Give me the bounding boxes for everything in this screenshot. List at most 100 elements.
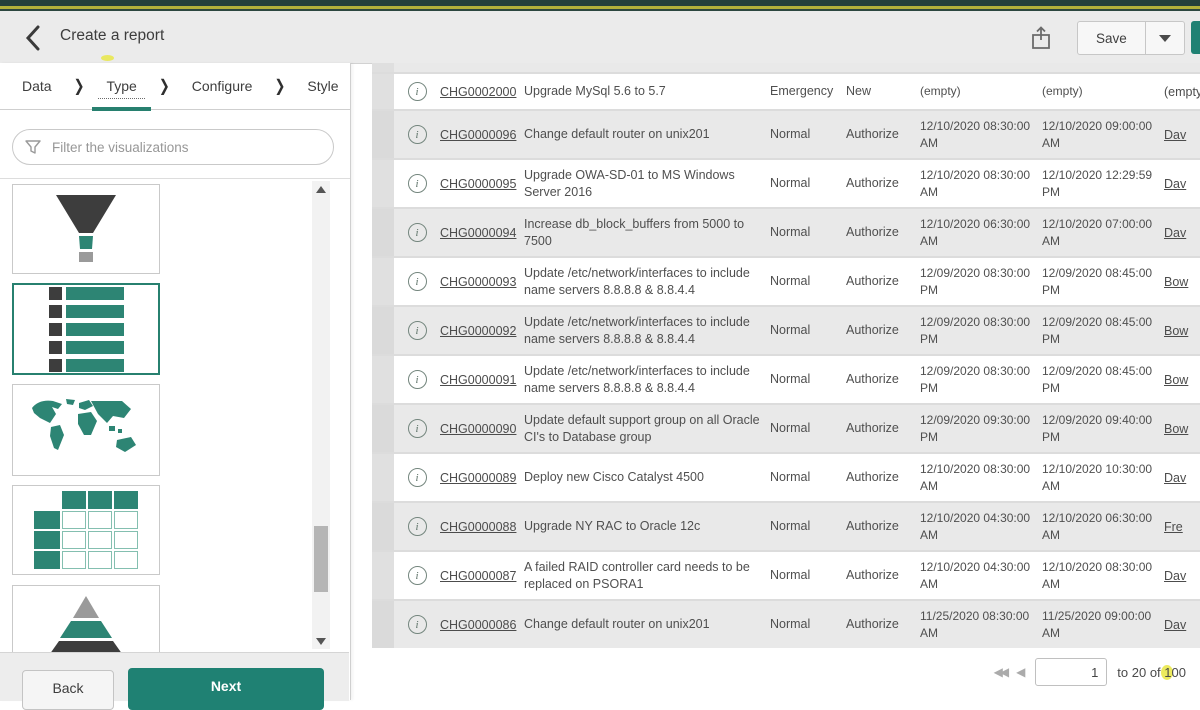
assigned-to-link[interactable]: Bow (1164, 324, 1200, 338)
row-strip (372, 503, 394, 550)
info-icon[interactable]: i (408, 517, 427, 536)
change-number-link[interactable]: CHG0000087 (440, 569, 524, 583)
short-description: Change default router on unix201 (524, 616, 770, 633)
info-icon[interactable]: i (408, 272, 427, 291)
world-map-icon (27, 396, 145, 464)
type-cell: Normal (770, 224, 846, 241)
change-number-link[interactable]: CHG0000092 (440, 324, 524, 338)
info-cell: i (394, 174, 440, 193)
panel-footer: Back Next (0, 652, 349, 701)
panel-scrollbar[interactable] (312, 181, 330, 649)
cursor-highlight (101, 55, 114, 61)
save-button[interactable]: Save (1078, 22, 1145, 54)
info-icon[interactable]: i (408, 125, 427, 144)
assigned-to-link[interactable]: Fre (1164, 520, 1200, 534)
info-icon[interactable]: i (408, 419, 427, 438)
info-cell: i (394, 82, 440, 101)
info-icon[interactable]: i (408, 174, 427, 193)
change-number-link[interactable]: CHG0002000 (440, 85, 524, 99)
step-configure[interactable]: Configure (184, 74, 261, 98)
viz-list[interactable] (12, 283, 160, 375)
state-cell: Authorize (846, 567, 920, 584)
end-date-cell: 12/09/2020 08:45:00 PM (1042, 314, 1164, 348)
table-row: i CHG0000086Change default router on unix… (372, 599, 1200, 648)
info-icon[interactable]: i (408, 468, 427, 487)
assigned-to-link[interactable]: Bow (1164, 422, 1200, 436)
viz-pyramid-chart[interactable] (12, 585, 160, 653)
start-date-cell: 12/10/2020 08:30:00 AM (920, 167, 1042, 201)
state-cell: Authorize (846, 518, 920, 535)
viz-world-map[interactable] (12, 384, 160, 476)
type-cell: Normal (770, 420, 846, 437)
change-number-link[interactable]: CHG0000090 (440, 422, 524, 436)
assigned-to-link[interactable]: Bow (1164, 275, 1200, 289)
scroll-up-button[interactable] (312, 181, 330, 197)
info-icon[interactable]: i (408, 82, 427, 101)
page-title: Create a report (60, 27, 164, 45)
assigned-to-link[interactable]: Dav (1164, 226, 1200, 240)
partial-row (372, 63, 1200, 72)
scroll-down-button[interactable] (312, 633, 330, 649)
change-number-link[interactable]: CHG0000088 (440, 520, 524, 534)
partial-primary-button[interactable] (1191, 21, 1200, 54)
assigned-to-link[interactable]: Dav (1164, 569, 1200, 583)
start-date-cell: 12/10/2020 04:30:00 AM (920, 510, 1042, 544)
assigned-to-link[interactable]: Dav (1164, 618, 1200, 632)
end-date-cell: 12/10/2020 08:30:00 AM (1042, 559, 1164, 593)
assigned-to-link[interactable]: Dav (1164, 471, 1200, 485)
info-icon[interactable]: i (408, 566, 427, 585)
previous-page-icon[interactable]: ◀ (1016, 665, 1025, 679)
pivot-table-icon (34, 491, 138, 569)
filter-input[interactable] (50, 139, 321, 156)
change-number-link[interactable]: CHG0000096 (440, 128, 524, 142)
table-row: iCHG0000091Update /etc/network/interface… (372, 354, 1200, 403)
save-dropdown-button[interactable] (1145, 22, 1184, 54)
table-row: iCHG0000096Change default router on unix… (372, 109, 1200, 158)
back-button[interactable]: Back (22, 670, 114, 710)
start-date-cell: 12/09/2020 08:30:00 PM (920, 265, 1042, 299)
info-icon[interactable]: i (408, 615, 427, 634)
state-cell: Authorize (846, 420, 920, 437)
assigned-to-link[interactable]: Bow (1164, 373, 1200, 387)
table-row: iCHG0000093Update /etc/network/interface… (372, 256, 1200, 305)
end-date-cell: 12/10/2020 07:00:00 AM (1042, 216, 1164, 250)
scrollbar-thumb[interactable] (314, 526, 328, 592)
pyramid-chart-icon (31, 594, 141, 653)
change-request-table: iCHG0002000Upgrade MySql 5.6 to 5.7Emerg… (372, 63, 1200, 648)
assigned-to-link[interactable]: Dav (1164, 177, 1200, 191)
step-data[interactable]: Data (14, 74, 60, 98)
back-chevron-icon[interactable] (18, 23, 48, 53)
short-description: Upgrade NY RAC to Oracle 12c (524, 518, 770, 535)
type-cell: Normal (770, 175, 846, 192)
viz-pivot-table[interactable] (12, 485, 160, 575)
funnel-chart-icon (31, 193, 141, 265)
first-page-icon[interactable]: ◀◀ (994, 665, 1006, 679)
end-date-cell: 12/10/2020 09:00:00 AM (1042, 118, 1164, 152)
change-number-link[interactable]: CHG0000094 (440, 226, 524, 240)
save-split-button: Save (1077, 21, 1185, 55)
pagination-total: 100 (1164, 665, 1186, 680)
change-number-link[interactable]: CHG0000089 (440, 471, 524, 485)
header-bar: Create a report Save (0, 11, 1200, 64)
info-icon[interactable]: i (408, 370, 427, 389)
step-type[interactable]: Type (98, 74, 144, 99)
info-icon[interactable]: i (408, 321, 427, 340)
type-cell: Normal (770, 126, 846, 143)
table-row: iCHG0002000Upgrade MySql 5.6 to 5.7Emerg… (372, 72, 1200, 109)
row-strip (372, 209, 394, 256)
change-number-link[interactable]: CHG0000091 (440, 373, 524, 387)
info-icon[interactable]: i (408, 223, 427, 242)
share-icon[interactable] (1028, 24, 1054, 52)
assigned-to-link[interactable]: Dav (1164, 128, 1200, 142)
viz-funnel-chart[interactable] (12, 184, 160, 274)
change-number-link[interactable]: CHG0000086 (440, 618, 524, 632)
change-number-link[interactable]: CHG0000093 (440, 275, 524, 289)
next-button[interactable]: Next (128, 668, 324, 710)
short-description: A failed RAID controller card needs to b… (524, 559, 770, 593)
change-number-link[interactable]: CHG0000095 (440, 177, 524, 191)
step-style[interactable]: Style (299, 74, 346, 98)
page-number-input[interactable] (1035, 658, 1107, 686)
type-cell: Normal (770, 322, 846, 339)
state-cell: Authorize (846, 616, 920, 633)
end-date-cell: 12/10/2020 12:29:59 PM (1042, 167, 1164, 201)
